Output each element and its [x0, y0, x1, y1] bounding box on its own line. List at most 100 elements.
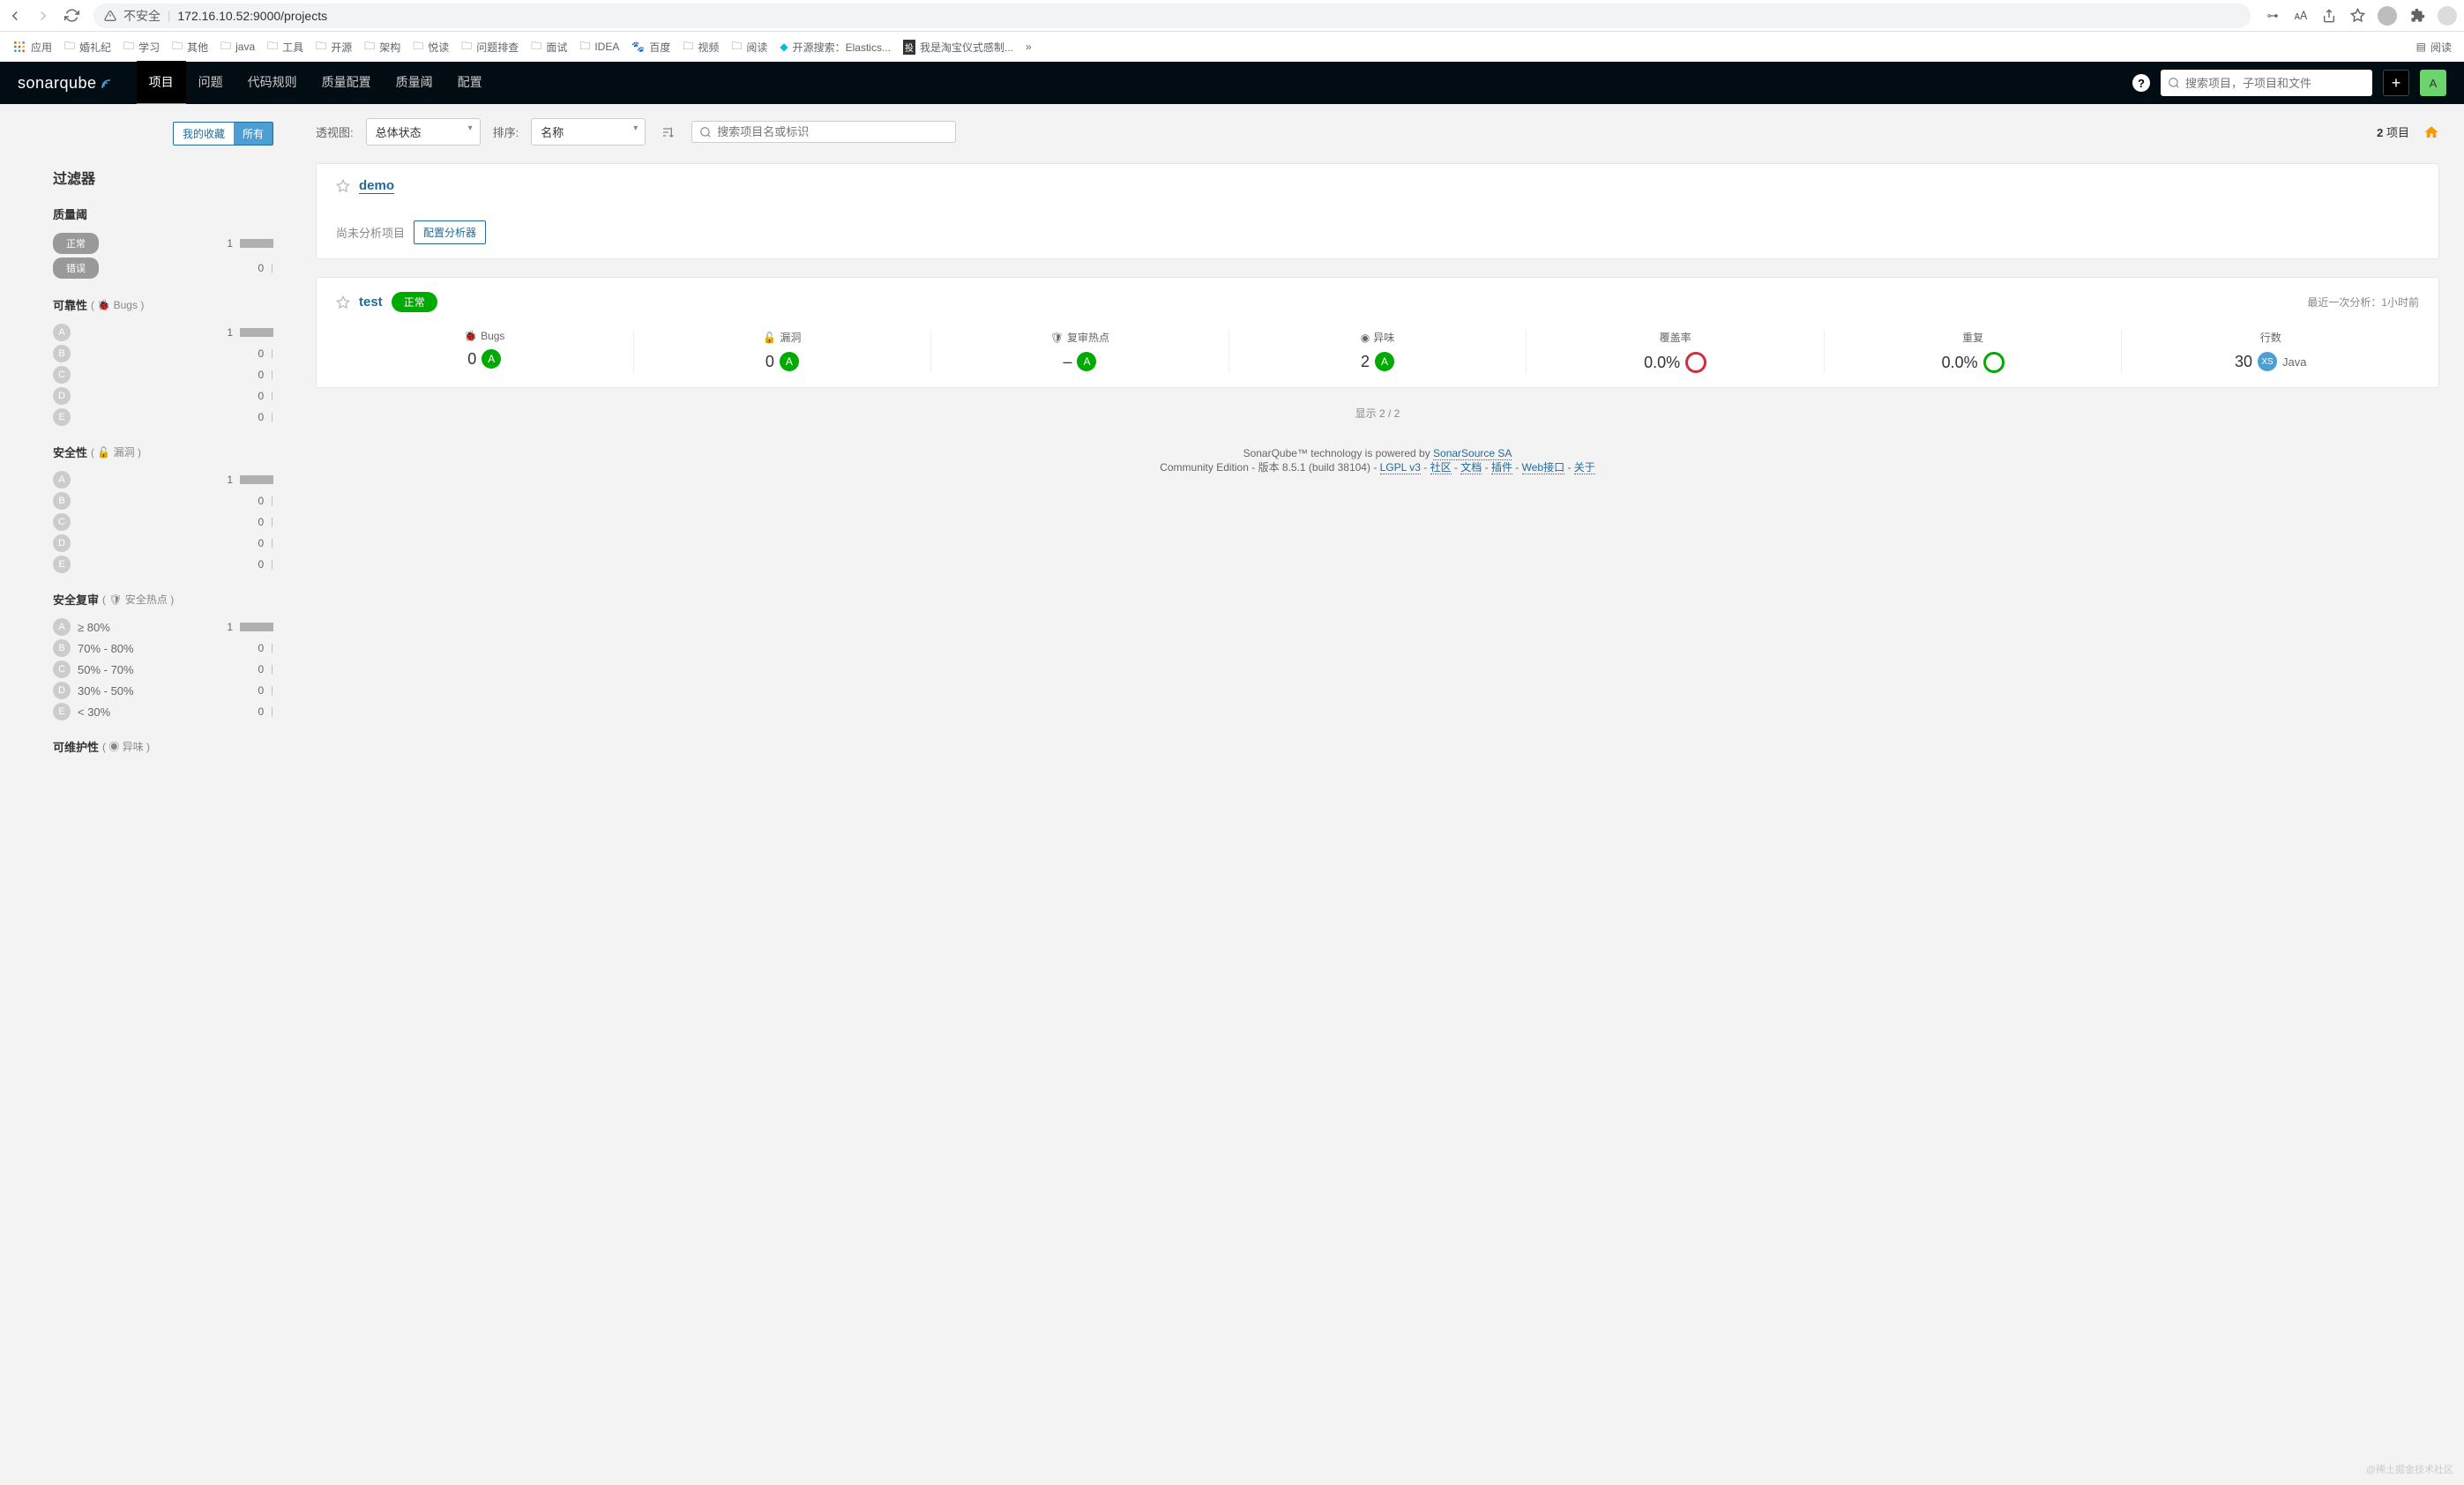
project-link[interactable]: test — [359, 295, 383, 310]
bookmark-item[interactable]: 🗀阅读 — [728, 36, 771, 58]
star-icon[interactable] — [2349, 8, 2365, 24]
url-text: 172.16.10.52:9000/projects — [177, 9, 327, 23]
footer-link[interactable]: 社区 — [1430, 461, 1452, 474]
footer-link[interactable]: LGPL v3 — [1380, 461, 1421, 474]
bookmark-item[interactable]: 🗀问题排查 — [458, 36, 522, 58]
facet-row[interactable]: C0| — [53, 511, 273, 533]
sort-direction-icon[interactable] — [658, 122, 679, 143]
my-favorites-tab[interactable]: 我的收藏 — [174, 123, 234, 145]
watermark: @稀土掘金技术社区 — [2366, 1462, 2453, 1476]
bookmark-item[interactable]: 🐾百度 — [628, 38, 674, 56]
facet-row[interactable]: C50% - 70%0| — [53, 659, 273, 680]
translate-icon[interactable]: 🗚 — [2293, 8, 2309, 24]
showing-text: 显示 2 / 2 — [316, 406, 2439, 421]
bookmark-item[interactable]: 🗀IDEA — [576, 36, 623, 58]
bookmark-item[interactable]: 🗀架构 — [361, 36, 404, 58]
project-count: 2 2 项目项目 — [2377, 123, 2409, 140]
footer-link[interactable]: Web接口 — [1522, 461, 1564, 474]
bookmark-item[interactable]: 🗀悦读 — [409, 36, 452, 58]
gate-err-row[interactable]: 错误 0 | — [53, 256, 273, 280]
reading-list[interactable]: ▤阅读 — [2413, 38, 2455, 56]
url-bar[interactable]: 不安全 | 172.16.10.52:9000/projects — [93, 4, 2251, 28]
status-badge: 正常 — [392, 292, 437, 312]
project-link[interactable]: demo — [359, 178, 394, 194]
maintain-facet-header[interactable]: 可维护性 ( ◉ 异味 ) — [53, 738, 273, 755]
extensions-icon[interactable] — [2409, 8, 2425, 24]
nav-admin[interactable]: 配置 — [445, 61, 495, 106]
facet-row[interactable]: C0| — [53, 364, 273, 385]
bookmark-overflow[interactable]: » — [1022, 39, 1035, 55]
facet-row[interactable]: E0| — [53, 407, 273, 428]
facet-row[interactable]: A≥ 80%1 — [53, 616, 273, 638]
sonarsource-link[interactable]: SonarSource SA — [1433, 447, 1512, 460]
user-menu[interactable]: A — [2420, 70, 2446, 96]
metric-duplication[interactable]: 重复 0.0% — [1825, 330, 2123, 373]
gate-facet-header[interactable]: 质量阈 — [53, 205, 273, 222]
metric-bugs[interactable]: 🐞Bugs 0A — [336, 330, 634, 373]
facet-row[interactable]: D0| — [53, 533, 273, 554]
footer-link[interactable]: 插件 — [1491, 461, 1512, 474]
configure-analysis-button[interactable]: 配置分析器 — [414, 220, 486, 244]
nav-projects[interactable]: 项目 — [137, 61, 186, 106]
bookmark-item[interactable]: 🗀学习 — [120, 36, 163, 58]
bookmark-item[interactable]: ◆开源搜索：Elastics... — [776, 38, 894, 56]
reliability-facet-header[interactable]: 可靠性 ( 🐞 Bugs ) — [53, 296, 273, 313]
facet-row[interactable]: E0| — [53, 554, 273, 575]
gate-ok-row[interactable]: 正常 1 — [53, 231, 273, 256]
facet-row[interactable]: B70% - 80%0| — [53, 638, 273, 659]
footer-link[interactable]: 关于 — [1574, 461, 1595, 474]
all-tab[interactable]: 所有 — [234, 123, 273, 145]
footer: SonarQube™ technology is powered by Sona… — [316, 437, 2439, 492]
favorite-toggle: 我的收藏 所有 — [173, 122, 273, 146]
facet-row[interactable]: B0| — [53, 343, 273, 364]
bookmark-item[interactable]: 🗀婚礼纪 — [61, 36, 115, 58]
bookmark-item[interactable]: 🗀面试 — [527, 36, 571, 58]
avatar-icon[interactable] — [2438, 6, 2457, 26]
home-icon[interactable] — [2423, 124, 2439, 140]
metric-vulnerabilities[interactable]: 🔓漏洞 0A — [634, 330, 932, 373]
bookmark-item[interactable]: 🗀视频 — [679, 36, 722, 58]
project-search[interactable] — [691, 121, 956, 143]
share-icon[interactable] — [2321, 8, 2337, 24]
bookmarks-bar: 应用 🗀婚礼纪 🗀学习 🗀其他 🗀java 🗀工具 🗀开源 🗀架构 🗀悦读 🗀问… — [0, 32, 2464, 62]
facet-row[interactable]: B0| — [53, 490, 273, 511]
facet-row[interactable]: D0| — [53, 385, 273, 407]
nav-profiles[interactable]: 质量配置 — [310, 61, 384, 106]
help-icon[interactable]: ? — [2132, 74, 2150, 92]
global-search-input[interactable] — [2185, 77, 2365, 90]
bookmark-item[interactable]: 🗀java — [217, 36, 258, 58]
project-search-input[interactable] — [717, 125, 948, 138]
reload-icon[interactable] — [63, 8, 79, 24]
profile-dot-icon[interactable] — [2378, 6, 2397, 26]
sort-select[interactable]: 名称 — [531, 118, 646, 146]
metric-hotspots[interactable]: 🛡复审热点 –A — [931, 330, 1229, 373]
security-facet-header[interactable]: 安全性 ( 🔓 漏洞 ) — [53, 444, 273, 460]
facet-row[interactable]: A1 — [53, 469, 273, 490]
bookmark-item[interactable]: 🗀开源 — [312, 36, 355, 58]
facet-row[interactable]: A1 — [53, 322, 273, 343]
review-facet-header[interactable]: 安全复审 ( 🛡 安全热点 ) — [53, 591, 273, 608]
nav-rules[interactable]: 代码规则 — [235, 61, 310, 106]
facet-row[interactable]: D30% - 50%0| — [53, 680, 273, 701]
favorite-star-icon[interactable] — [336, 295, 350, 310]
bookmark-item[interactable]: 🗀其他 — [168, 36, 212, 58]
global-search[interactable] — [2161, 70, 2372, 96]
footer-link[interactable]: 文档 — [1460, 461, 1482, 474]
create-button[interactable]: + — [2383, 70, 2409, 96]
last-analysis: 最近一次分析：1小时前 — [2307, 295, 2419, 310]
facet-row[interactable]: E< 30%0| — [53, 701, 273, 722]
apps-bookmark[interactable]: 应用 — [9, 38, 56, 56]
metric-coverage[interactable]: 覆盖率 0.0% — [1527, 330, 1825, 373]
metric-lines[interactable]: 行数 30XSJava — [2122, 330, 2419, 373]
key-icon[interactable]: ⊶ — [2265, 8, 2281, 24]
favorite-star-icon[interactable] — [336, 179, 350, 193]
view-select[interactable]: 总体状态 — [366, 118, 481, 146]
forward-icon[interactable] — [35, 8, 51, 24]
bookmark-item[interactable]: 🗀工具 — [264, 36, 307, 58]
back-icon[interactable] — [7, 8, 23, 24]
nav-gates[interactable]: 质量阈 — [384, 61, 445, 106]
metric-smells[interactable]: ◉异味 2A — [1229, 330, 1527, 373]
bookmark-item[interactable]: 投我是淘宝仪式感制... — [900, 38, 1017, 56]
logo[interactable]: sonarqube — [18, 74, 116, 93]
nav-issues[interactable]: 问题 — [186, 61, 235, 106]
